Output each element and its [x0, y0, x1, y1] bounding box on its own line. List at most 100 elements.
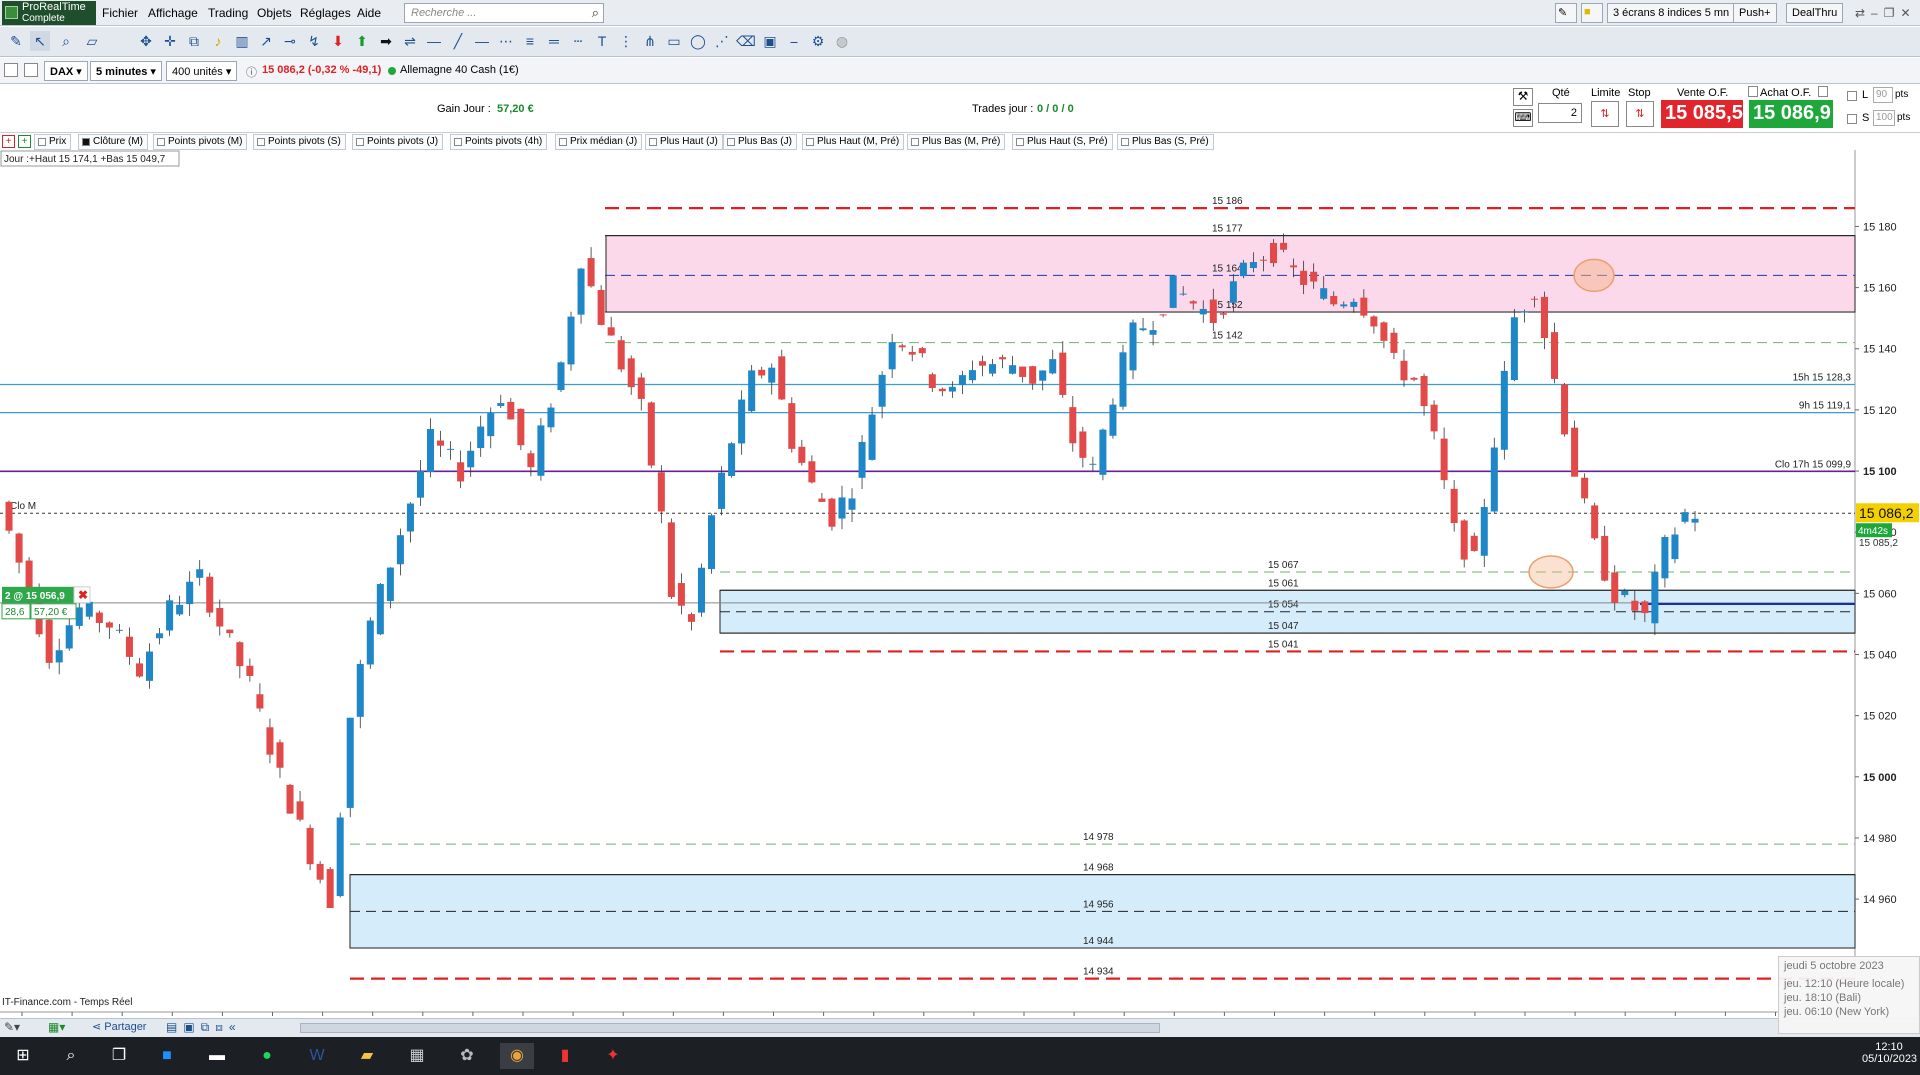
ind-pivots-4h[interactable]: Points pivots (4h)	[450, 134, 548, 150]
dash-tool-icon[interactable]: ┄	[568, 31, 588, 51]
timeframe-selector[interactable]: 5 minutes ▾	[90, 61, 162, 81]
zoom-icon[interactable]: ⌕	[56, 31, 76, 51]
file-explorer-icon[interactable]: ▰	[354, 1043, 380, 1069]
system-clock[interactable]: 12:10 05/10/2023	[1862, 1041, 1917, 1065]
line-tool-icon[interactable]: —	[472, 31, 492, 51]
ind-plus-bas-s[interactable]: Plus Bas (S, Pré)	[1117, 134, 1214, 150]
move-icon[interactable]: ✛	[160, 31, 180, 51]
ruler-icon[interactable]: ▱	[82, 31, 102, 51]
band-tool-icon[interactable]: ═	[544, 31, 564, 51]
search-icon[interactable]: ⌕	[58, 1043, 84, 1069]
spotify-icon[interactable]: ●	[254, 1043, 280, 1069]
draw-pencil-icon[interactable]: ✎	[6, 31, 26, 51]
copy-icon[interactable]: ⧉	[184, 31, 204, 51]
ind-prix-median-j[interactable]: Prix médian (J)	[555, 134, 643, 150]
draw-mode-icon[interactable]: ✎▾	[4, 1020, 20, 1034]
fan-tool-icon[interactable]: ⋰	[712, 31, 732, 51]
chart-type-icon[interactable]: ▦▾	[48, 1020, 65, 1034]
ind-cloture-m[interactable]: Clôture (M)	[78, 134, 149, 150]
ellipse-tool-icon[interactable]: ◯	[688, 31, 708, 51]
ind-checkbox[interactable]	[157, 138, 165, 146]
ind-checkbox[interactable]	[727, 138, 735, 146]
sell-info-icon[interactable]	[1748, 86, 1758, 97]
buy-button[interactable]: 15 086,9	[1749, 100, 1833, 128]
stop-order-button[interactable]: ⇅	[1626, 101, 1654, 127]
arrow-right-icon[interactable]: ➡	[376, 31, 396, 51]
push-button[interactable]: Push+	[1733, 3, 1777, 23]
windows-start-icon[interactable]: ⊞	[10, 1043, 36, 1069]
sell-button[interactable]: 15 085,5	[1661, 100, 1743, 128]
link-icon[interactable]	[24, 63, 38, 77]
window-controls[interactable]: ⇄–❐✕	[1855, 6, 1917, 20]
ind-plus-haut-s[interactable]: Plus Haut (S, Pré)	[1012, 134, 1113, 150]
s-input[interactable]: 100	[1873, 110, 1895, 126]
ind-checkbox[interactable]	[257, 138, 265, 146]
add-indicator-icon[interactable]: +	[2, 135, 15, 148]
app-gear-icon[interactable]: ✿	[454, 1043, 480, 1069]
ind-plus-haut-m[interactable]: Plus Haut (M, Pré)	[802, 134, 905, 150]
link-tool-icon[interactable]: ↯	[304, 31, 324, 51]
ind-checkbox[interactable]	[82, 138, 90, 146]
folder-dark-icon[interactable]: ▬	[204, 1043, 230, 1069]
pencil-icon[interactable]: ✎	[1555, 3, 1577, 23]
hand-icon[interactable]: ✥	[136, 31, 156, 51]
ind-checkbox[interactable]	[1121, 138, 1129, 146]
pin-icon[interactable]	[4, 63, 18, 77]
trash-icon[interactable]: ▥	[232, 31, 252, 51]
settings-gear-icon[interactable]: ⚙	[808, 31, 828, 51]
bottom-tools[interactable]: ▤▣⧉⧈«	[166, 1020, 242, 1035]
limit-order-button[interactable]: ⇅	[1591, 101, 1619, 127]
ind-checkbox[interactable]	[1016, 138, 1024, 146]
diagonal-line-icon[interactable]: ╱	[448, 31, 468, 51]
buy-info-icon[interactable]	[1818, 86, 1828, 97]
ind-checkbox[interactable]	[454, 138, 462, 146]
l-input[interactable]: 90	[1873, 87, 1893, 103]
text-tool-icon[interactable]: T	[592, 31, 612, 51]
ind-checkbox[interactable]	[911, 138, 919, 146]
ind-checkbox[interactable]	[356, 138, 364, 146]
gann-tool-icon[interactable]: ⋮	[616, 31, 636, 51]
ind-pivots-s[interactable]: Points pivots (S)	[253, 134, 346, 150]
chart-svg[interactable]: 15 18615 17715 16415 15215 14215 06715 0…	[0, 150, 1920, 1030]
arrow-tool-icon[interactable]: ↗	[256, 31, 276, 51]
search-input[interactable]: Recherche ... ⌕	[404, 3, 604, 23]
eraser-icon[interactable]: ⌫	[736, 31, 756, 51]
menu-aide[interactable]: Aide	[357, 6, 381, 20]
word-icon[interactable]: W	[304, 1043, 330, 1069]
pitchfork-icon[interactable]: ⋔	[640, 31, 660, 51]
task-view-icon[interactable]: ❐	[106, 1043, 132, 1069]
ind-plus-haut-j[interactable]: Plus Haut (J)	[645, 134, 723, 150]
calculator-icon[interactable]: ▦	[404, 1043, 430, 1069]
menu-fichier[interactable]: Fichier	[102, 6, 138, 20]
segment-tool-icon[interactable]: ⊸	[280, 31, 300, 51]
layout-selector[interactable]: 3 écrans 8 indices 5 mn	[1607, 3, 1736, 23]
dealthru-button[interactable]: DealThru	[1786, 3, 1844, 23]
notification-icon[interactable]: ■	[1581, 3, 1603, 23]
price-chart[interactable]: 15 186 15 177 15 164 15 152 15 142 15 067 15 0…	[0, 150, 1920, 1030]
info-icon[interactable]: ⓘ	[246, 64, 257, 80]
fib-tool-icon[interactable]: ⋯	[496, 31, 516, 51]
green-arrow-up-icon[interactable]: ⬆	[352, 31, 372, 51]
ind-plus-bas-m[interactable]: Plus Bas (M, Pré)	[907, 134, 1006, 150]
menu-objets[interactable]: Objets	[257, 6, 292, 20]
label-tool-icon[interactable]: ▣	[760, 31, 780, 51]
cursor-icon[interactable]: ↖	[30, 31, 50, 51]
share-button[interactable]: ⋖ Partager	[92, 1020, 146, 1033]
magnet-icon[interactable]: ◍	[832, 31, 852, 51]
horizontal-scrollbar[interactable]	[300, 1023, 1160, 1033]
units-selector[interactable]: 400 unités ▾	[166, 61, 238, 81]
ind-checkbox[interactable]	[806, 138, 814, 146]
stop-checkbox[interactable]	[1847, 114, 1857, 124]
ind-plus-bas-j[interactable]: Plus Bas (J)	[723, 134, 797, 150]
ind-prix[interactable]: Prix	[34, 134, 72, 150]
search-icon[interactable]: ⌕	[592, 5, 599, 21]
acrobat-icon[interactable]: ✦	[600, 1043, 626, 1069]
chrome-icon[interactable]: ◉	[500, 1043, 534, 1069]
channel-tool-icon[interactable]: ⇌	[400, 31, 420, 51]
menu-trading[interactable]: Trading	[208, 6, 248, 20]
hline-tool-icon[interactable]: ⎯	[784, 31, 804, 51]
horizontal-line-icon[interactable]: —	[424, 31, 444, 51]
ind-pivots-m[interactable]: Points pivots (M)	[153, 134, 248, 150]
prorealtime-taskbar-icon[interactable]: ▮	[552, 1043, 578, 1069]
limit-checkbox[interactable]	[1847, 91, 1857, 101]
